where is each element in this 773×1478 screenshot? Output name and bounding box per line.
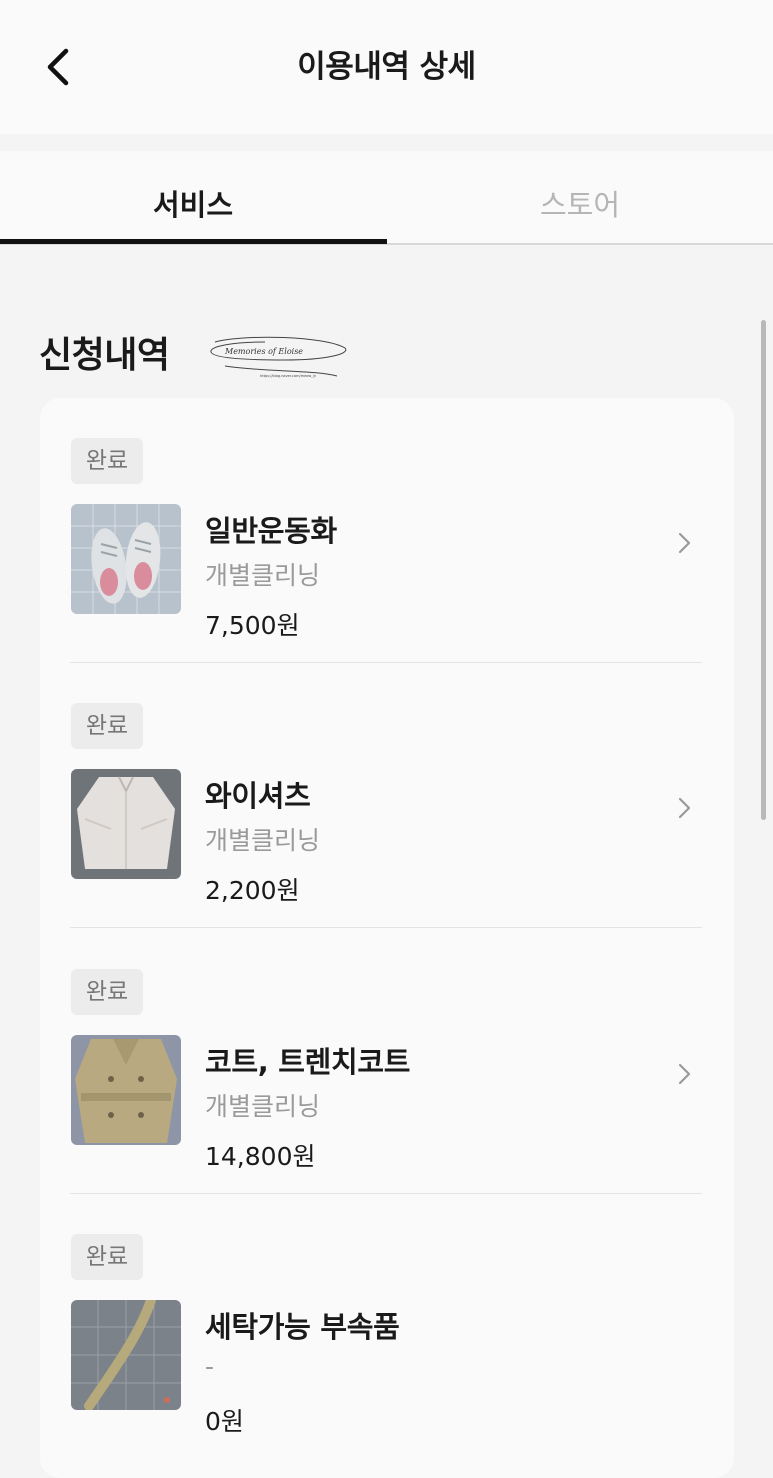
order-list-card: 완료 일반운동화 개별클리닝 7,500원 완료 와이셔츠 개별클리닝 2,20… [40,398,734,1478]
list-item[interactable]: 완료 일반운동화 개별클리닝 7,500원 [40,398,734,663]
status-badge: 완료 [71,969,143,1015]
status-badge: 완료 [71,1234,143,1280]
watermark-signature: Memories of Eloise https://blog.naver.co… [210,336,347,378]
page-title: 이용내역 상세 [297,49,476,85]
item-type: 개별클리닝 [205,826,321,855]
item-name: 일반운동화 [205,514,337,548]
item-name: 세탁가능 부속품 [205,1310,400,1344]
item-name: 코트, 트렌치코트 [205,1045,411,1079]
watermark-url: https://blog.naver.com/meow_ly [260,374,316,378]
item-price: 7,500원 [205,611,300,640]
item-divider [70,927,702,928]
tab-service[interactable]: 서비스 [0,151,386,245]
tab-bar: 서비스 스토어 [0,151,773,245]
item-thumbnail-trench-coat [71,1035,181,1145]
item-thumbnail-belt [71,1300,181,1410]
list-item[interactable]: 완료 세탁가능 부속품 - 0원 [40,1194,734,1459]
status-badge: 완료 [71,703,143,749]
item-name: 와이셔츠 [205,779,311,813]
item-type: 개별클리닝 [205,561,321,590]
status-badge: 완료 [71,438,143,484]
list-item[interactable]: 완료 와이셔츠 개별클리닝 2,200원 [40,663,734,928]
tab-store[interactable]: 스토어 [387,151,773,245]
active-tab-indicator [0,239,387,244]
scrollbar[interactable] [761,320,766,820]
item-price: 0원 [205,1407,244,1436]
item-thumbnail-dress-shirt [71,769,181,879]
item-thumbnail-sneakers [71,504,181,614]
list-item[interactable]: 완료 코트, 트렌치코트 개별클리닝 14,800원 [40,929,734,1194]
chevron-right-icon [678,1063,691,1085]
chevron-right-icon [678,797,691,819]
section-title: 신청내역 [39,335,170,376]
item-type: - [205,1352,215,1381]
watermark-text: Memories of Eloise [224,347,303,356]
item-price: 14,800원 [205,1142,316,1171]
app-header: 이용내역 상세 [0,0,773,134]
item-type: 개별클리닝 [205,1092,321,1121]
item-price: 2,200원 [205,876,300,905]
chevron-right-icon [678,532,691,554]
